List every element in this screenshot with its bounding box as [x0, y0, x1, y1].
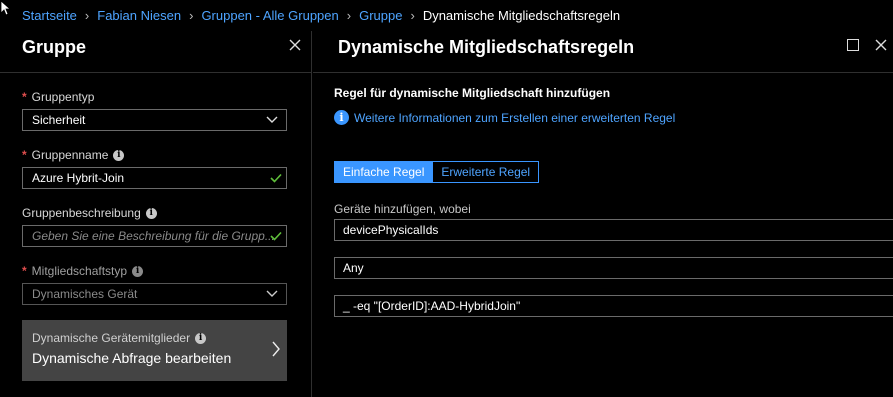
- info-icon: i: [334, 110, 349, 125]
- group-name-input[interactable]: Azure Hybrit-Join: [22, 167, 287, 189]
- required-marker: *: [22, 148, 27, 162]
- breadcrumb-link-group[interactable]: Gruppe: [359, 8, 402, 23]
- chevron-down-icon: [266, 290, 278, 297]
- required-marker: *: [22, 90, 27, 104]
- group-blade-title: Gruppe: [22, 37, 87, 57]
- close-icon[interactable]: [287, 37, 303, 53]
- property-select[interactable]: devicePhysicalIds: [334, 219, 893, 241]
- chevron-down-icon: [266, 116, 278, 123]
- info-icon[interactable]: i: [195, 332, 207, 344]
- dynamic-rules-blade: Dynamische Mitgliedschaftsregeln Regel f…: [313, 31, 893, 397]
- breadcrumb-link-home[interactable]: Startseite: [22, 8, 77, 23]
- maximize-icon[interactable]: [847, 39, 859, 51]
- group-name-label: * Gruppenname i: [22, 148, 125, 162]
- checkmark-icon: [270, 173, 282, 183]
- membership-type-select[interactable]: Dynamisches Gerät: [22, 283, 287, 305]
- group-blade: Gruppe * Gruppentyp Sicherheit * Gruppen…: [0, 31, 312, 397]
- checkmark-icon: [270, 231, 282, 241]
- breadcrumb-separator: ›: [84, 8, 90, 23]
- group-description-label: Gruppenbeschreibung i: [22, 206, 157, 220]
- group-blade-header: Gruppe: [0, 31, 311, 73]
- rule-tabs: Einfache Regel Erweiterte Regel: [334, 161, 540, 183]
- breadcrumb-separator: ›: [346, 8, 352, 23]
- info-icon[interactable]: i: [132, 265, 144, 277]
- breadcrumb-separator: ›: [189, 8, 194, 23]
- dynamic-rules-blade-title: Dynamische Mitgliedschaftsregeln: [338, 37, 635, 57]
- dynamic-query-label: Dynamische Abfrage bearbeiten: [32, 350, 232, 366]
- advanced-rule-info-link[interactable]: i Weitere Informationen zum Erstellen ei…: [334, 110, 675, 125]
- breadcrumb-link-user[interactable]: Fabian Niesen: [97, 8, 181, 23]
- tab-advanced-rule[interactable]: Erweiterte Regel: [432, 162, 539, 182]
- tab-simple-rule[interactable]: Einfache Regel: [335, 162, 433, 182]
- group-type-label: * Gruppentyp: [22, 90, 95, 104]
- group-description-input[interactable]: Geben Sie eine Beschreibung für die Grup…: [22, 225, 287, 247]
- operator-select[interactable]: Any: [334, 257, 893, 279]
- breadcrumb-link-groups[interactable]: Gruppen - Alle Gruppen: [201, 8, 338, 23]
- breadcrumb: Startseite › Fabian Niesen › Gruppen - A…: [0, 0, 893, 31]
- mouse-cursor-icon: [0, 0, 10, 16]
- chevron-right-icon: [272, 341, 280, 357]
- group-type-select[interactable]: Sicherheit: [22, 109, 287, 131]
- dynamic-query-button[interactable]: Dynamische Gerätemitglieder i Dynamische…: [22, 320, 287, 381]
- dynamic-rules-blade-header: Dynamische Mitgliedschaftsregeln: [313, 31, 893, 73]
- breadcrumb-separator: ›: [410, 8, 415, 23]
- info-icon[interactable]: i: [113, 149, 125, 161]
- info-icon[interactable]: i: [145, 207, 157, 219]
- required-marker: *: [22, 264, 27, 278]
- breadcrumb-current: Dynamische Mitgliedschaftsregeln: [422, 8, 621, 23]
- membership-type-label: * Mitgliedschaftstyp i: [22, 264, 144, 278]
- close-icon[interactable]: [873, 37, 889, 53]
- section-title: Regel für dynamische Mitgliedschaft hinz…: [334, 86, 611, 100]
- devices-label: Geräte hinzufügen, wobei: [334, 202, 471, 216]
- expression-input[interactable]: _ -eq "[OrderID]:AAD-HybridJoin": [334, 295, 893, 317]
- dynamic-members-label: Dynamische Gerätemitglieder i: [32, 331, 207, 345]
